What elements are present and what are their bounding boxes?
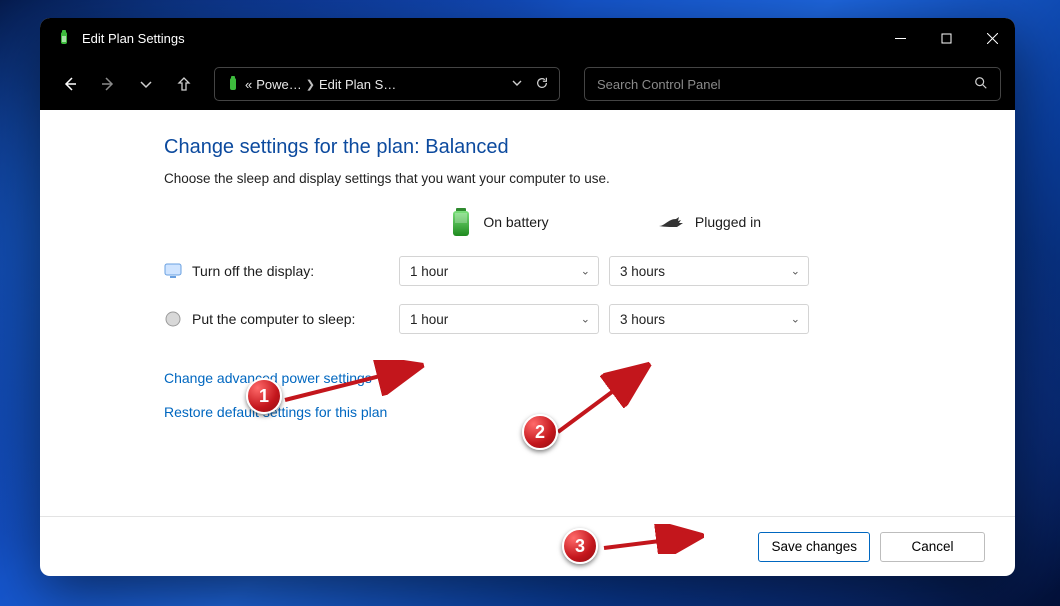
- search-icon: [974, 76, 988, 93]
- chevron-down-icon: ⌄: [581, 265, 590, 278]
- footer-bar: Save changes Cancel: [40, 516, 1015, 576]
- dropdown-value: 3 hours: [620, 264, 665, 279]
- chevron-down-icon: ⌄: [791, 313, 800, 326]
- search-box[interactable]: [584, 67, 1001, 101]
- breadcrumb-dropdown-icon[interactable]: [511, 77, 523, 92]
- moon-icon: [164, 310, 182, 328]
- minimize-button[interactable]: [877, 18, 923, 58]
- settings-grid: On battery Plugged in Turn off the displ…: [164, 206, 987, 334]
- display-battery-dropdown[interactable]: 1 hour ⌄: [399, 256, 599, 286]
- sleep-plugged-dropdown[interactable]: 3 hours ⌄: [609, 304, 809, 334]
- dropdown-value: 3 hours: [620, 312, 665, 327]
- nav-toolbar: « Powe… ❯ Edit Plan S…: [40, 58, 1015, 110]
- column-label: Plugged in: [695, 214, 761, 230]
- content-area: Change settings for the plan: Balanced C…: [40, 110, 1015, 516]
- restore-default-settings-link[interactable]: Restore default settings for this plan: [164, 404, 987, 420]
- maximize-button[interactable]: [923, 18, 969, 58]
- row-sleep: Put the computer to sleep:: [164, 310, 389, 328]
- nav-recent-button[interactable]: [130, 68, 162, 100]
- nav-forward-button[interactable]: [92, 68, 124, 100]
- sleep-battery-dropdown[interactable]: 1 hour ⌄: [399, 304, 599, 334]
- window-title: Edit Plan Settings: [82, 31, 185, 46]
- change-advanced-power-settings-link[interactable]: Change advanced power settings: [164, 370, 987, 386]
- plug-icon: [657, 215, 685, 229]
- nav-back-button[interactable]: [54, 68, 86, 100]
- dropdown-value: 1 hour: [410, 312, 448, 327]
- app-icon: [56, 30, 72, 46]
- search-input[interactable]: [597, 77, 974, 92]
- page-subheading: Choose the sleep and display settings th…: [164, 171, 987, 186]
- breadcrumb-item[interactable]: Edit Plan S…: [319, 77, 396, 92]
- save-changes-button[interactable]: Save changes: [758, 532, 870, 562]
- breadcrumb[interactable]: « Powe… ❯ Edit Plan S…: [214, 67, 560, 101]
- row-label: Put the computer to sleep:: [192, 311, 355, 327]
- close-button[interactable]: [969, 18, 1015, 58]
- page-heading: Change settings for the plan: Balanced: [164, 136, 987, 159]
- dropdown-value: 1 hour: [410, 264, 448, 279]
- breadcrumb-item[interactable]: Powe…: [256, 77, 302, 92]
- titlebar: Edit Plan Settings: [40, 18, 1015, 58]
- cancel-button[interactable]: Cancel: [880, 532, 985, 562]
- edit-plan-settings-window: Edit Plan Settings « Powe… ❯ Edit Plan S…: [40, 18, 1015, 576]
- power-options-icon: [225, 76, 241, 92]
- chevron-right-icon: ❯: [306, 78, 315, 91]
- monitor-icon: [164, 262, 182, 280]
- column-plugged-in: Plugged in: [609, 214, 809, 230]
- chevron-down-icon: ⌄: [581, 313, 590, 326]
- nav-up-button[interactable]: [168, 68, 200, 100]
- column-label: On battery: [483, 214, 548, 230]
- column-on-battery: On battery: [399, 206, 599, 238]
- breadcrumb-prefix: «: [245, 77, 252, 92]
- display-plugged-dropdown[interactable]: 3 hours ⌄: [609, 256, 809, 286]
- battery-icon: [449, 206, 473, 238]
- refresh-button[interactable]: [535, 76, 549, 93]
- row-label: Turn off the display:: [192, 263, 314, 279]
- chevron-down-icon: ⌄: [791, 265, 800, 278]
- row-turn-off-display: Turn off the display:: [164, 262, 389, 280]
